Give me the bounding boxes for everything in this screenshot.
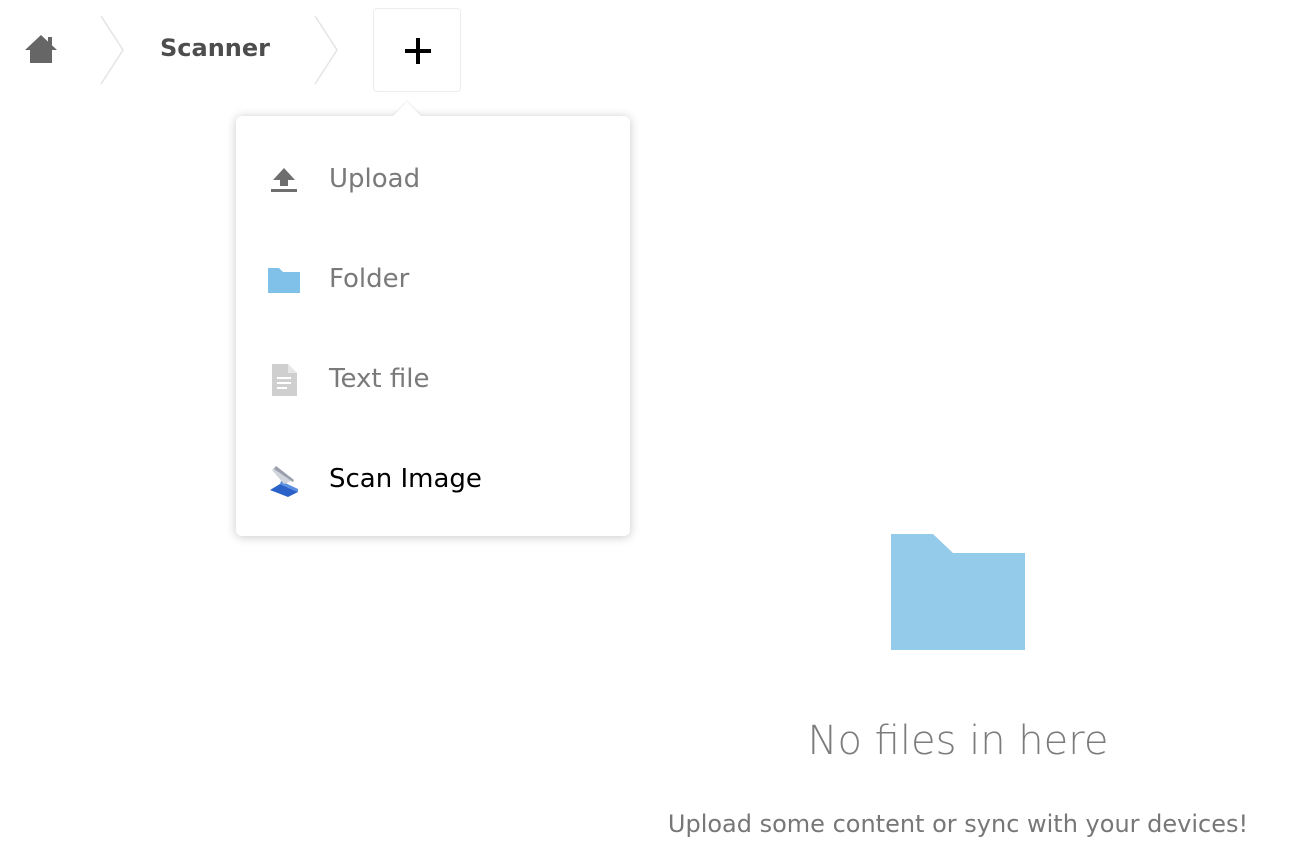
menu-item-label: Scan Image bbox=[329, 464, 482, 494]
menu-item-label: Folder bbox=[329, 264, 410, 294]
menu-item-label: Upload bbox=[329, 164, 421, 194]
empty-folder-icon bbox=[889, 532, 1027, 652]
text-file-icon bbox=[266, 362, 302, 398]
empty-content-message: Upload some content or sync with your de… bbox=[667, 810, 1249, 838]
menu-item-text-file[interactable]: Text file bbox=[236, 330, 630, 430]
breadcrumb: Scanner bbox=[0, 0, 600, 100]
scanner-icon bbox=[266, 462, 302, 498]
popover-arrow bbox=[393, 102, 421, 116]
files-page: Scanner Upload Folder Text file Scan Ima… bbox=[0, 0, 1292, 845]
breadcrumb-separator-icon bbox=[312, 14, 342, 86]
new-button[interactable] bbox=[373, 8, 461, 92]
empty-content-title: No files in here bbox=[807, 718, 1109, 764]
menu-item-folder[interactable]: Folder bbox=[236, 230, 630, 330]
menu-item-scan-image[interactable]: Scan Image bbox=[236, 430, 630, 530]
home-icon[interactable] bbox=[22, 30, 60, 68]
breadcrumb-separator-icon bbox=[98, 14, 128, 86]
new-file-menu: Upload Folder Text file Scan Image bbox=[236, 102, 630, 536]
folder-icon bbox=[266, 262, 302, 298]
menu-item-label: Text file bbox=[329, 364, 430, 394]
upload-icon bbox=[266, 162, 302, 198]
breadcrumb-item-scanner[interactable]: Scanner bbox=[160, 34, 270, 62]
plus-icon bbox=[405, 38, 431, 64]
menu-item-upload[interactable]: Upload bbox=[236, 130, 630, 230]
